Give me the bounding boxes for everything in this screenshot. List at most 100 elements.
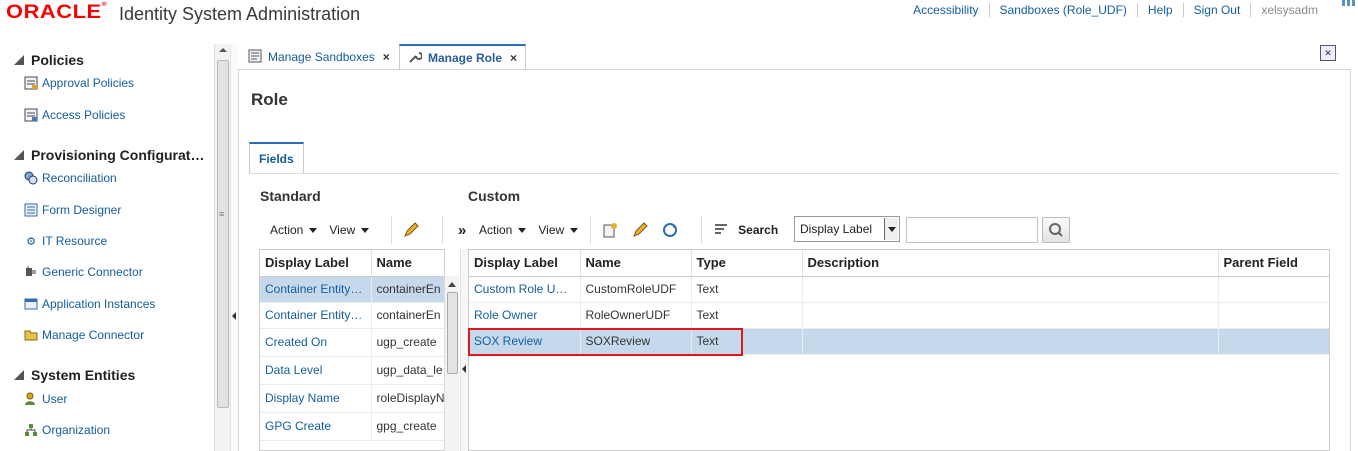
nav-approval-policies[interactable]: Approval Policies xyxy=(24,76,134,90)
column-header[interactable]: Display Label xyxy=(260,250,372,277)
panel-splitter[interactable] xyxy=(460,249,468,451)
search-label: Search xyxy=(738,223,779,237)
close-icon[interactable]: × xyxy=(383,50,390,64)
subtab-fields[interactable]: Fields xyxy=(249,142,304,174)
scroll-up-arrow-icon[interactable] xyxy=(448,282,456,287)
edit-pencil-icon[interactable] xyxy=(631,221,649,239)
nav-collapse-splitter[interactable] xyxy=(230,44,238,451)
page-title: Role xyxy=(251,90,288,109)
sandboxes-link[interactable]: Sandboxes (Role_UDF) xyxy=(990,3,1138,17)
column-header[interactable]: Name xyxy=(371,250,444,277)
standard-title: Standard xyxy=(260,188,321,204)
column-header[interactable]: Display Label xyxy=(469,250,581,277)
scroll-thumb[interactable] xyxy=(447,292,458,374)
oracle-logo: ORACLE® xyxy=(6,2,108,23)
dropdown-arrow-icon xyxy=(309,227,318,233)
folder-icon xyxy=(24,328,38,342)
custom-title: Custom xyxy=(468,188,521,204)
collapse-left-icon[interactable] xyxy=(232,312,236,320)
nav-reconciliation[interactable]: Reconciliation xyxy=(24,171,117,185)
table-row[interactable]: Custom Role U… CustomRoleUDF Text xyxy=(469,276,1329,303)
access-policy-icon xyxy=(24,108,38,122)
nav-organization[interactable]: Organization xyxy=(24,423,110,437)
section-provisioning-configuration[interactable]: Provisioning Configurat… xyxy=(14,147,204,163)
tab-bar: Manage Sandboxes × Manage Role × xyxy=(238,44,1358,70)
nav-generic-connector[interactable]: Generic Connector xyxy=(24,265,143,279)
table-row[interactable]: Display Name roleDisplayN xyxy=(260,384,444,413)
left-nav-scrollbar[interactable]: ≡ xyxy=(214,44,230,451)
toolbar-separator xyxy=(442,216,444,244)
table-row[interactable]: Role Owner RoleOwnerUDF Text xyxy=(469,302,1329,329)
filter-icon[interactable] xyxy=(712,221,730,239)
toolbar-separator xyxy=(590,216,592,244)
collapse-left-icon[interactable] xyxy=(462,365,466,373)
table-row[interactable]: Container Entity… containerEn xyxy=(260,276,444,303)
custom-fields-table: Display Label Name Type Description Pare… xyxy=(468,249,1330,451)
section-policies[interactable]: Policies xyxy=(14,52,84,68)
dropdown-arrow-icon xyxy=(518,227,527,233)
scroll-up-arrow-icon[interactable] xyxy=(219,48,227,52)
sandbox-icon xyxy=(248,49,262,66)
table-row[interactable]: Container Entity… containerEn xyxy=(260,302,444,329)
custom-action-menu[interactable]: Action xyxy=(479,223,527,237)
column-header[interactable]: Name xyxy=(580,250,692,277)
custom-toolbar: Action View Search xyxy=(479,213,778,247)
column-header[interactable]: Description xyxy=(802,250,1219,277)
column-header[interactable]: Parent Field xyxy=(1218,250,1329,277)
table-row[interactable]: GPG Create gpg_create xyxy=(260,412,444,441)
chevron-down-icon[interactable] xyxy=(884,218,898,240)
standard-table-scrollbar[interactable] xyxy=(444,276,459,451)
nav-it-resource[interactable]: ⚙ IT Resource xyxy=(24,234,107,248)
nav-access-policies[interactable]: Access Policies xyxy=(24,108,125,122)
global-links: Accessibility Sandboxes (Role_UDF) Help … xyxy=(903,3,1318,17)
table-row[interactable]: Created On ugp_create xyxy=(260,328,444,357)
table-row-selected[interactable]: SOX Review SOXReview Text xyxy=(469,328,1329,355)
dropdown-arrow-icon xyxy=(570,227,579,233)
refresh-icon[interactable] xyxy=(661,221,679,239)
tab-manage-sandboxes[interactable]: Manage Sandboxes × xyxy=(240,44,398,70)
custom-view-menu[interactable]: View xyxy=(538,223,579,237)
create-icon[interactable] xyxy=(601,221,619,239)
divider xyxy=(249,173,1339,174)
accessibility-link[interactable]: Accessibility xyxy=(903,3,990,17)
search-input[interactable] xyxy=(906,217,1038,243)
collapse-triangle-icon xyxy=(14,55,24,65)
collapse-triangle-icon xyxy=(14,150,24,160)
username: xelsysadm xyxy=(1261,3,1318,17)
toolbar-separator xyxy=(391,216,393,244)
toolbar-separator xyxy=(701,216,703,244)
approval-policy-icon xyxy=(24,76,38,90)
reconciliation-icon xyxy=(24,171,38,185)
column-header[interactable]: Type xyxy=(691,250,803,277)
wrench-icon xyxy=(408,50,423,67)
organization-icon xyxy=(24,423,38,437)
header: ORACLE® Identity System Administration A… xyxy=(0,0,1358,34)
standard-fields-table: Display Label Name Container Entity… cont… xyxy=(259,249,445,451)
help-link[interactable]: Help xyxy=(1138,3,1184,17)
gear-icon: ⚙ xyxy=(26,235,36,248)
app-title: Identity System Administration xyxy=(119,4,361,24)
nav-form-designer[interactable]: Form Designer xyxy=(24,203,121,217)
standard-view-menu[interactable]: View xyxy=(329,223,370,237)
navigator-icon[interactable] xyxy=(1342,0,1356,6)
overflow-chevron-icon[interactable]: » xyxy=(453,221,471,239)
nav-user[interactable]: User xyxy=(24,392,67,406)
close-icon[interactable]: × xyxy=(510,51,517,65)
nav-manage-connector[interactable]: Manage Connector xyxy=(24,328,144,342)
tab-manage-role[interactable]: Manage Role × xyxy=(399,44,527,70)
left-navigation: Policies Approval Policies Access Polici… xyxy=(0,44,214,451)
nav-application-instances[interactable]: Application Instances xyxy=(24,297,155,311)
search-icon xyxy=(1049,223,1063,237)
edit-pencil-icon[interactable] xyxy=(402,221,420,239)
grip-icon: ≡ xyxy=(219,209,225,219)
scroll-thumb[interactable] xyxy=(217,60,229,408)
search-button[interactable] xyxy=(1042,217,1070,243)
dropdown-arrow-icon xyxy=(361,227,370,233)
detach-icon[interactable]: ✕ xyxy=(1320,45,1336,61)
standard-action-menu[interactable]: Action xyxy=(270,223,318,237)
collapse-triangle-icon xyxy=(14,370,24,380)
table-row[interactable]: Data Level ugp_data_le xyxy=(260,356,444,385)
section-system-entities[interactable]: System Entities xyxy=(14,367,135,383)
search-field-select[interactable]: Display Label xyxy=(794,216,900,242)
sign-out-link[interactable]: Sign Out xyxy=(1184,3,1252,17)
